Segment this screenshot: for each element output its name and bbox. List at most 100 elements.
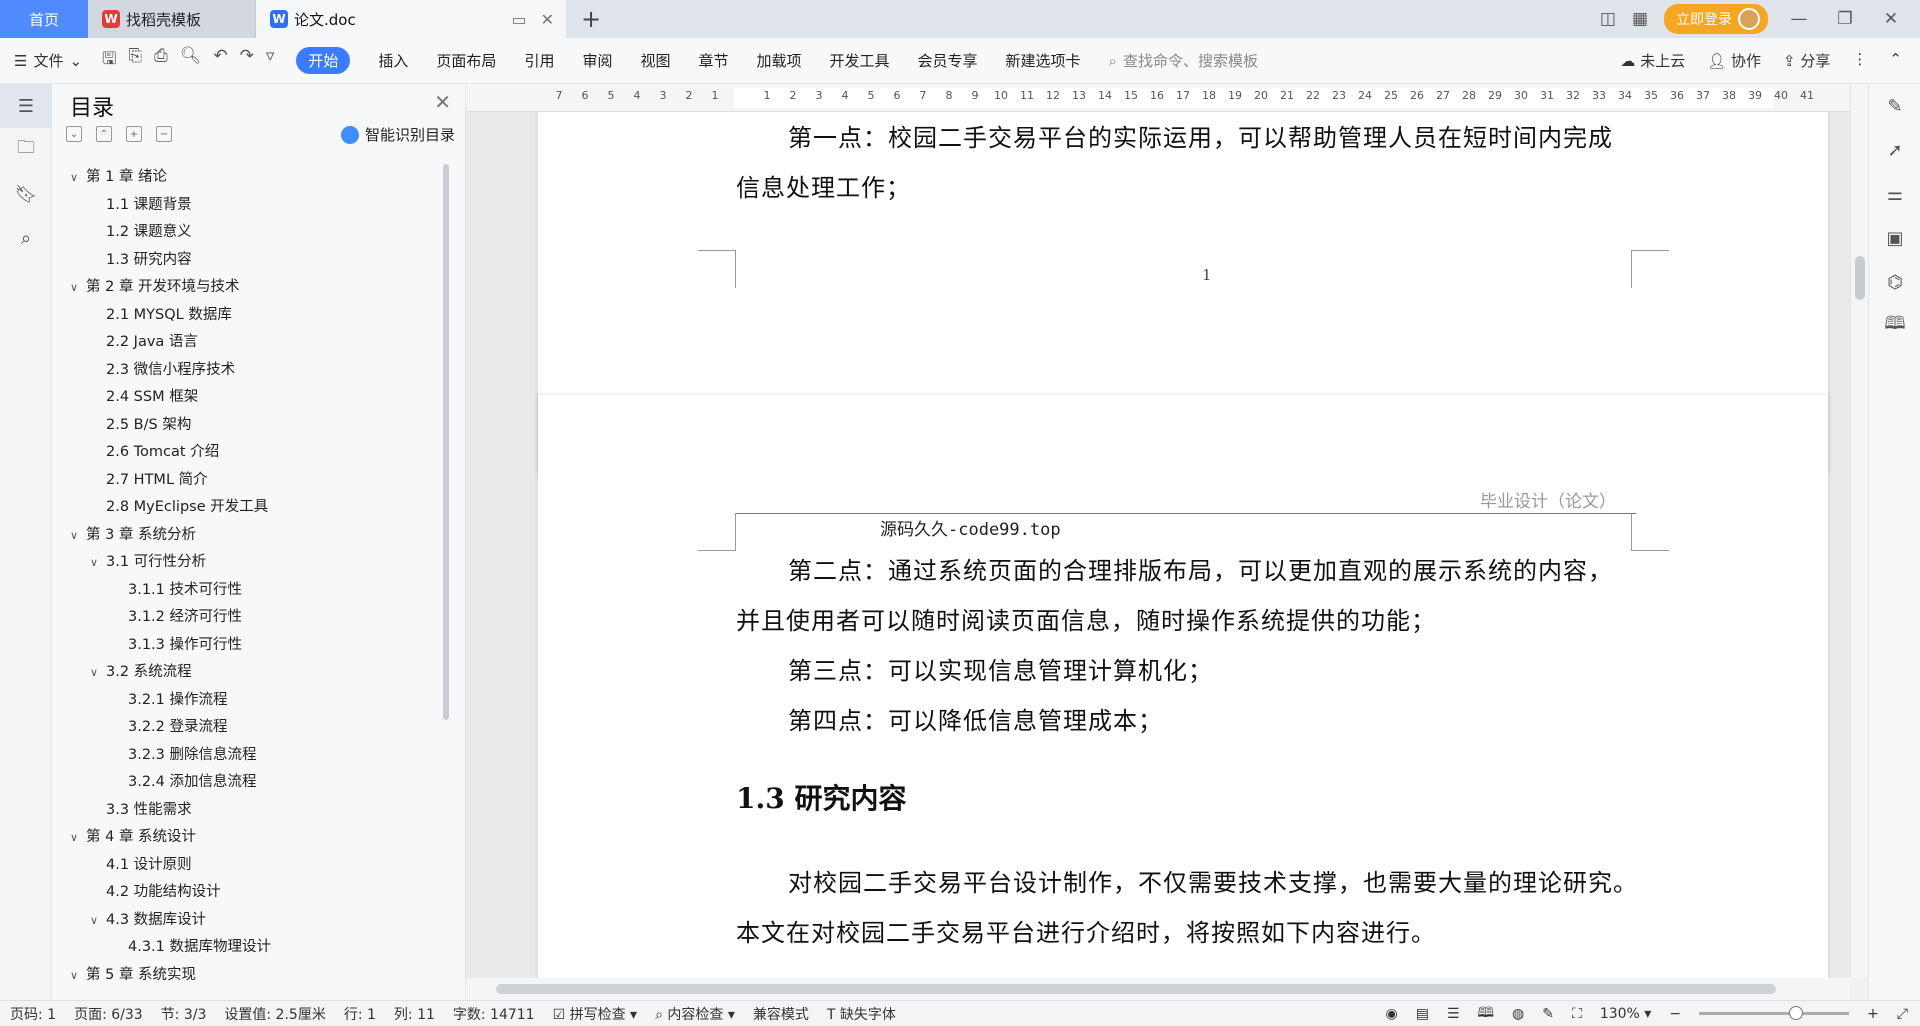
toc-item[interactable]: 3.3 性能需求: [66, 797, 446, 825]
toc-item[interactable]: 2.8 MyEclipse 开发工具: [66, 494, 446, 522]
restore-icon[interactable]: ❐: [1830, 9, 1860, 29]
page-view-icon[interactable]: ▤: [1416, 1006, 1429, 1022]
toc-item[interactable]: 3.2.3 删除信息流程: [66, 742, 446, 770]
toc-item[interactable]: ∨ 3.2 系统流程: [66, 659, 446, 687]
tab-document[interactable]: W 论文.doc ▭ ✕: [256, 0, 566, 38]
zoom-out-icon[interactable]: −: [1669, 1006, 1681, 1022]
new-tab-button[interactable]: +: [566, 0, 616, 38]
scroll-thumb[interactable]: [1855, 256, 1865, 300]
toc-item[interactable]: 3.2.4 添加信息流程: [66, 769, 446, 797]
tab-section[interactable]: 章节: [698, 50, 728, 71]
chevron-down-icon[interactable]: ∨: [70, 164, 86, 192]
close-tab-icon[interactable]: ✕: [541, 10, 554, 29]
more-icon[interactable]: ▿: [266, 46, 275, 75]
zoom-in-icon[interactable]: +: [1867, 1006, 1879, 1022]
toc-item[interactable]: 2.1 MYSQL 数据库: [66, 302, 446, 330]
document-horizontal-scrollbar[interactable]: [466, 978, 1850, 1000]
grid-apps-icon[interactable]: ▦: [1632, 9, 1648, 29]
chevron-down-icon[interactable]: ∨: [90, 659, 106, 687]
tab-start[interactable]: 开始: [296, 47, 351, 74]
status-words[interactable]: 字数: 14711: [453, 1004, 535, 1024]
export-pdf-icon[interactable]: ⎘: [129, 46, 143, 75]
zoom-slider[interactable]: [1699, 1006, 1850, 1020]
toc-item[interactable]: ∨ 3.1 可行性分析: [66, 549, 446, 577]
tab-template[interactable]: W 找稻壳模板: [88, 0, 256, 38]
add-heading-icon[interactable]: +: [126, 126, 142, 142]
spell-check-button[interactable]: ☑ 拼写检查 ▾: [553, 1004, 638, 1024]
toc-item[interactable]: 4.2 功能结构设计: [66, 879, 446, 907]
tab-addins[interactable]: 加载项: [757, 50, 802, 71]
chevron-down-icon[interactable]: ∨: [70, 274, 86, 302]
toc-item[interactable]: 2.4 SSM 框架: [66, 384, 446, 412]
toc-item[interactable]: 1.1 课题背景: [66, 192, 446, 220]
chevron-down-icon[interactable]: ∨: [90, 549, 106, 577]
toc-item[interactable]: 1.2 课题意义: [66, 219, 446, 247]
ruler[interactable]: 7 6 5 4 3 2 1 1 2 3 4 5 6 7 8 9 10 11 12 13 14 15 16 17 18 19 20 21…: [466, 84, 1850, 112]
toc-item[interactable]: ∨ 第 2 章 开发环境与技术: [66, 274, 446, 302]
toc-item[interactable]: 1.3 研究内容: [66, 247, 446, 275]
close-icon[interactable]: ✕: [434, 90, 451, 114]
chevron-down-icon[interactable]: ∨: [70, 962, 86, 990]
file-menu[interactable]: ☰ 文件 ⌄: [14, 50, 82, 71]
close-window-icon[interactable]: ✕: [1876, 9, 1906, 29]
login-button[interactable]: 立即登录: [1664, 4, 1768, 34]
web-view-icon[interactable]: ◍: [1512, 1006, 1524, 1022]
tab-page-layout[interactable]: 页面布局: [436, 50, 496, 71]
select-pointer-icon[interactable]: ➚: [1869, 128, 1920, 172]
tab-view[interactable]: 视图: [640, 50, 670, 71]
minimize-icon[interactable]: —: [1784, 9, 1814, 29]
zoom-slider-knob[interactable]: [1789, 1006, 1804, 1020]
toc-item[interactable]: ∨ 第 3 章 系统分析: [66, 522, 446, 550]
toc-item[interactable]: ∨ 第 5 章 系统实现: [66, 962, 446, 990]
chevron-down-icon[interactable]: ∨: [90, 907, 106, 935]
chapter-nav-icon[interactable]: 🗀: [0, 128, 52, 172]
eye-protection-icon[interactable]: ◉: [1386, 1006, 1398, 1022]
toc-item[interactable]: 4.1 设计原则: [66, 852, 446, 880]
redo-icon[interactable]: ↷: [240, 46, 254, 75]
toc-item[interactable]: ∨ 4.3 数据库设计: [66, 907, 446, 935]
toc-item[interactable]: ∨ 第 1 章 绪论: [66, 164, 446, 192]
collapse-ribbon-icon[interactable]: ⌃: [1889, 50, 1902, 71]
missing-font-button[interactable]: T 缺失字体: [827, 1004, 896, 1024]
write-view-icon[interactable]: ✎: [1542, 1006, 1554, 1022]
collaborate-button[interactable]: 👤︎ 协作: [1707, 50, 1761, 71]
zoom-level[interactable]: 130% ▾: [1600, 1006, 1652, 1022]
outline-icon[interactable]: ☰: [0, 84, 52, 128]
toc-item[interactable]: 2.2 Java 语言: [66, 329, 446, 357]
bookmark-icon[interactable]: 🔖︎: [0, 172, 52, 216]
toc-item[interactable]: 3.1.2 经济可行性: [66, 604, 446, 632]
save-icon[interactable]: 🖫: [102, 46, 116, 75]
document-vertical-scrollbar[interactable]: [1850, 84, 1868, 978]
collapse-all-icon[interactable]: ⌃: [96, 126, 112, 142]
toc-item[interactable]: 2.3 微信小程序技术: [66, 357, 446, 385]
find-icon[interactable]: ⌕: [0, 216, 52, 260]
scroll-thumb[interactable]: [496, 984, 1776, 994]
reading-mode-icon[interactable]: 🕮: [1869, 304, 1920, 348]
tab-review[interactable]: 审阅: [582, 50, 612, 71]
tab-insert[interactable]: 插入: [378, 50, 408, 71]
status-page[interactable]: 页面: 6/33: [74, 1004, 143, 1024]
toc-scrollbar[interactable]: [443, 164, 449, 720]
tab-developer[interactable]: 开发工具: [830, 50, 890, 71]
tab-home[interactable]: 首页: [0, 0, 88, 38]
toc-item[interactable]: 3.2.2 登录流程: [66, 714, 446, 742]
toc-item[interactable]: 3.1.1 技术可行性: [66, 577, 446, 605]
print-preview-icon[interactable]: 🔍︎: [180, 46, 202, 75]
adjust-icon[interactable]: ⚌: [1869, 172, 1920, 216]
expand-all-icon[interactable]: ⌄: [66, 126, 82, 142]
tab-new[interactable]: 新建选项卡: [1006, 50, 1081, 71]
undo-icon[interactable]: ↶: [213, 46, 227, 75]
outline-view-icon[interactable]: ☰: [1447, 1006, 1460, 1022]
document-area[interactable]: 第一点：校园二手交易平台的实际运用，可以帮助管理人员在短时间内完成 信息处理工作…: [466, 112, 1850, 978]
toc-item[interactable]: 3.2.1 操作流程: [66, 687, 446, 715]
smart-toc-button[interactable]: 智能识别目录: [340, 124, 455, 145]
chevron-down-icon[interactable]: ∨: [70, 824, 86, 852]
ai-assistant-icon[interactable]: ⌬: [1869, 260, 1920, 304]
window-layout-icon[interactable]: ◫: [1600, 9, 1616, 29]
toc-item[interactable]: 4.3.1 数据库物理设计: [66, 934, 446, 962]
page[interactable]: 毕业设计（论文） 源码久久-code99.top 第二点：通过系统页面的合理排版…: [538, 395, 1828, 978]
tab-references[interactable]: 引用: [524, 50, 554, 71]
cloud-button[interactable]: ☁ 未上云: [1620, 50, 1685, 71]
more-options-icon[interactable]: ⋮: [1852, 50, 1867, 71]
toc-item[interactable]: 2.6 Tomcat 介绍: [66, 439, 446, 467]
